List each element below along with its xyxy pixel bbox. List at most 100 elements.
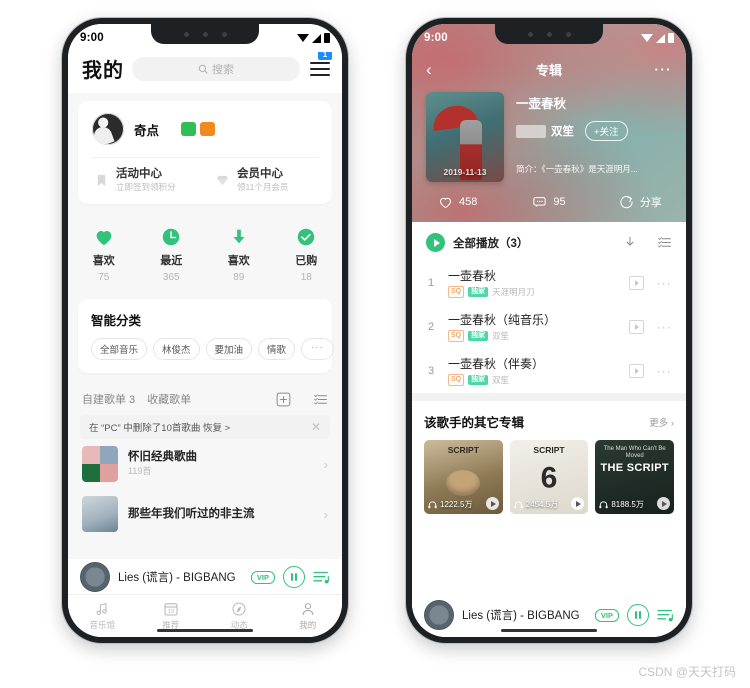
pause-button[interactable] bbox=[627, 604, 649, 626]
album-main: 2019-11-13 一壶春秋 双笙 +关注 简介：《一壶春秋》是天涯明月... bbox=[412, 86, 686, 182]
other-albums-row: SCRIPT 1222.5万 SCRIPT 6 2454.5万 The Man … bbox=[424, 440, 675, 514]
tab-feed[interactable]: 动态 bbox=[205, 601, 274, 631]
menu-button[interactable]: 1 bbox=[310, 48, 332, 76]
add-playlist-icon[interactable] bbox=[276, 392, 291, 407]
vip-center-subtitle: 领11个月会员 bbox=[237, 182, 289, 192]
stat-liked[interactable]: 喜欢 75 bbox=[70, 226, 138, 283]
tag-love-song[interactable]: 情歌 bbox=[258, 338, 296, 360]
album-cover[interactable]: 2019-11-13 bbox=[426, 92, 504, 182]
close-icon[interactable]: ✕ bbox=[311, 420, 321, 434]
album-play-button[interactable] bbox=[485, 497, 499, 510]
album-card[interactable]: The Man Who Can't Be Moved THE SCRIPT 81… bbox=[595, 440, 675, 514]
share-action[interactable]: 分享 bbox=[595, 194, 686, 210]
album-play-count: 8188.5万 bbox=[599, 499, 644, 510]
headphone-icon bbox=[428, 500, 437, 508]
battery-icon bbox=[324, 33, 330, 43]
center-links: 活动中心 立即签到领积分 会员中心 领11个月会员 bbox=[78, 158, 332, 204]
music-note-icon bbox=[96, 603, 107, 616]
tab-music-hall[interactable]: 音乐馆 bbox=[68, 601, 137, 631]
own-playlist-tab[interactable]: 自建歌单 3 bbox=[82, 391, 135, 407]
mini-player-left[interactable]: Lies (谎言) - BIGBANG VIP bbox=[68, 559, 342, 595]
album-page: 9:00 ‹ 专辑 ··· 2019-11-13 一壶春秋 双笙 +关注 简介：… bbox=[412, 24, 686, 637]
tab-mine[interactable]: 我的 bbox=[274, 601, 343, 631]
stat-recent[interactable]: 最近 365 bbox=[138, 226, 206, 283]
play-all-row[interactable]: 全部播放（3） bbox=[412, 222, 686, 261]
notch bbox=[495, 24, 603, 44]
list-item[interactable]: 那些年我们听过的非主流 › bbox=[68, 489, 342, 539]
album-card[interactable]: SCRIPT 1222.5万 bbox=[424, 440, 503, 514]
song-more-icon[interactable]: ··· bbox=[656, 364, 672, 378]
tag-artist[interactable]: 林俊杰 bbox=[153, 338, 200, 360]
pause-bar-right bbox=[295, 573, 297, 581]
stat-purchased-value: 18 bbox=[300, 272, 312, 283]
pause-button[interactable] bbox=[283, 566, 305, 588]
song-more-icon[interactable]: ··· bbox=[656, 320, 672, 334]
avatar[interactable] bbox=[92, 113, 124, 145]
sq-badge: SQ bbox=[448, 330, 465, 342]
album-play-button[interactable] bbox=[657, 497, 671, 510]
tag-mood[interactable]: 要加油 bbox=[205, 338, 253, 360]
like-action[interactable]: 458 bbox=[412, 194, 503, 210]
mini-player-right[interactable]: Lies (谎言) - BIGBANG VIP bbox=[412, 597, 686, 633]
like-count: 458 bbox=[458, 196, 478, 208]
table-row[interactable]: 2 一壶春秋（纯音乐） SQ 独家 双笙 ··· bbox=[412, 305, 686, 349]
screenshot-root: 9:00 我的 搜索 1 奇点 活动中心 立即签到领积分 会员中心 领11个月会… bbox=[0, 0, 750, 688]
song-name: 一壶春秋（伴奏） bbox=[448, 357, 545, 371]
playlist-cover bbox=[82, 496, 118, 532]
playlist-name: 那些年我们听过的非主流 bbox=[128, 507, 255, 520]
screen-album-page: 9:00 ‹ 专辑 ··· 2019-11-13 一壶春秋 双笙 +关注 简介：… bbox=[412, 24, 686, 637]
album-card[interactable]: SCRIPT 6 2454.5万 bbox=[509, 440, 589, 514]
screen-my-page: 9:00 我的 搜索 1 奇点 活动中心 立即签到领积分 会员中心 领11个月会… bbox=[68, 24, 342, 637]
stat-purchased[interactable]: 已购 18 bbox=[273, 226, 341, 283]
more-horizontal-icon[interactable]: ··· bbox=[655, 62, 673, 77]
playlist-header: 自建歌单 3 收藏歌单 bbox=[68, 381, 342, 415]
fav-playlist-tab[interactable]: 收藏歌单 bbox=[147, 391, 191, 407]
tag-more[interactable]: ··· bbox=[301, 338, 334, 360]
song-artist: 双笙 bbox=[492, 331, 510, 341]
queue-icon[interactable] bbox=[657, 608, 674, 623]
follow-button[interactable]: +关注 bbox=[585, 121, 628, 141]
search-input[interactable]: 搜索 bbox=[132, 56, 300, 81]
sort-playlist-icon[interactable] bbox=[313, 392, 328, 407]
pause-bar-right bbox=[639, 611, 641, 619]
album-play-button[interactable] bbox=[571, 497, 585, 510]
stat-downloaded-label: 喜欢 bbox=[227, 255, 250, 267]
other-albums-more[interactable]: 更多 › bbox=[649, 415, 674, 429]
mv-icon[interactable] bbox=[629, 364, 644, 378]
artist-name[interactable]: 双笙 bbox=[551, 123, 574, 139]
play-triangle bbox=[576, 500, 582, 507]
cover-grid bbox=[82, 446, 118, 482]
download-icon[interactable] bbox=[623, 235, 637, 250]
playlist-cover bbox=[82, 446, 118, 482]
vip-center[interactable]: 会员中心 领11个月会员 bbox=[205, 167, 326, 193]
my-page-body[interactable]: 奇点 活动中心 立即签到领积分 会员中心 领11个月会员 喜欢 75 最近 36… bbox=[68, 93, 342, 637]
stat-downloaded[interactable]: 喜欢 89 bbox=[205, 226, 273, 283]
mv-icon[interactable] bbox=[629, 320, 644, 334]
profile-row[interactable]: 奇点 bbox=[78, 101, 332, 157]
album-description[interactable]: 简介：《一壶春秋》是天涯明月... bbox=[516, 163, 672, 175]
table-row[interactable]: 3 一壶春秋（伴奏） SQ 独家 双笙 ··· bbox=[412, 349, 686, 393]
list-item[interactable]: 怀旧经典歌曲 119首 › bbox=[68, 439, 342, 489]
comment-action[interactable]: 95 bbox=[503, 194, 594, 210]
album-title: 一壶春秋 bbox=[516, 97, 567, 111]
orange-badge-icon bbox=[200, 122, 216, 136]
activity-center[interactable]: 活动中心 立即签到领积分 bbox=[84, 167, 205, 193]
back-button[interactable]: ‹ bbox=[426, 61, 432, 78]
cover-tile bbox=[100, 464, 118, 482]
song-more-icon[interactable]: ··· bbox=[656, 276, 672, 290]
delete-notice[interactable]: 在 “PC” 中删除了10首歌曲 恢复 > ✕ bbox=[80, 415, 330, 439]
stat-liked-value: 75 bbox=[98, 272, 110, 283]
activity-center-text: 活动中心 立即签到领积分 bbox=[116, 167, 176, 193]
queue-icon[interactable] bbox=[313, 570, 330, 585]
sq-badge: SQ bbox=[448, 286, 465, 298]
tag-all-music[interactable]: 全部音乐 bbox=[91, 338, 148, 360]
my-page-header: 我的 搜索 1 bbox=[68, 48, 342, 93]
share-label: 分享 bbox=[639, 197, 662, 209]
mv-icon[interactable] bbox=[629, 276, 644, 290]
check-circle-icon bbox=[298, 228, 315, 246]
menu-line-1 bbox=[310, 61, 330, 64]
table-row[interactable]: 1 一壶春秋 SQ 独家 天涯明月刀 ··· bbox=[412, 261, 686, 305]
stat-purchased-label: 已购 bbox=[295, 255, 318, 267]
tab-recommend[interactable]: 13 推荐 bbox=[137, 601, 206, 631]
playlist-icon[interactable] bbox=[657, 235, 672, 250]
